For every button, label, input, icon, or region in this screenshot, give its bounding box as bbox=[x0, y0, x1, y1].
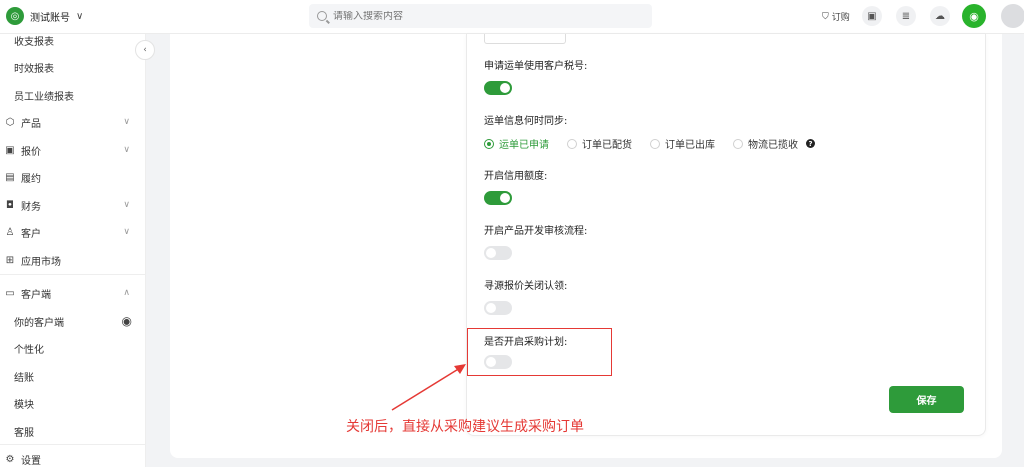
chevron-down-icon: ∨ bbox=[123, 145, 130, 155]
radio-order-allocated[interactable]: 订单已配货 bbox=[567, 136, 632, 151]
apps-icon: ⊞ bbox=[5, 254, 15, 266]
account-switcher[interactable]: ◎ 测试账号 ∨ bbox=[6, 7, 83, 25]
search-input[interactable] bbox=[333, 10, 633, 22]
sidebar-item-label: 收支报表 bbox=[14, 36, 54, 48]
cart-icon: ⛉ bbox=[822, 11, 829, 22]
account-name: 测试账号 bbox=[30, 12, 70, 24]
radio-logistics-collected[interactable]: 物流已揽收? bbox=[733, 136, 815, 151]
sourcing-toggle[interactable] bbox=[484, 301, 512, 315]
sidebar-item-settings[interactable]: ⚙ 设置 bbox=[0, 447, 146, 467]
sidebar-item-label: 财务 bbox=[21, 201, 41, 213]
sidebar-item-client[interactable]: ▭ 客户端 ∧ bbox=[0, 281, 146, 305]
sidebar-item-label: 时效报表 bbox=[14, 63, 54, 75]
sidebar-item-customers[interactable]: ♙ 客户 ∨ bbox=[0, 220, 146, 244]
chevron-up-icon: ∧ bbox=[123, 288, 130, 298]
sidebar-item-label: 履约 bbox=[21, 173, 41, 185]
radio-order-shipped[interactable]: 订单已出库 bbox=[650, 136, 715, 151]
cube-icon: ⬡ bbox=[5, 116, 15, 128]
save-button[interactable]: 保存 bbox=[889, 386, 964, 413]
sidebar-item-label: 客户端 bbox=[21, 289, 51, 301]
sidebar-item-finance[interactable]: ◘ 财务 ∨ bbox=[0, 193, 146, 217]
brand-logo-icon: ◎ bbox=[6, 7, 24, 25]
sidebar-item-modules[interactable]: 模块 bbox=[0, 391, 146, 415]
sidebar-item-fulfillment[interactable]: ▤ 履约 bbox=[0, 165, 146, 189]
wallet-icon: ◘ bbox=[6, 199, 14, 211]
collapse-sidebar-button[interactable]: ‹ bbox=[135, 40, 155, 60]
quote-icon: ▣ bbox=[5, 144, 15, 156]
sidebar-item-label: 报价 bbox=[21, 146, 41, 158]
sidebar-item-income-report[interactable]: 收支报表 bbox=[0, 28, 146, 52]
fulfillment-icon: ▤ bbox=[5, 171, 15, 183]
chevron-down-icon: ∨ bbox=[76, 10, 84, 22]
sourcing-label: 寻源报价关闭认领: bbox=[484, 281, 568, 292]
chevron-down-icon: ∨ bbox=[123, 200, 130, 210]
sidebar-item-staff-report[interactable]: 员工业绩报表 bbox=[0, 83, 146, 107]
credit-label: 开启信用额度: bbox=[484, 171, 548, 182]
input-field-partial[interactable] bbox=[484, 34, 566, 44]
tax-id-toggle[interactable] bbox=[484, 81, 512, 95]
message-icon[interactable]: ▣ bbox=[862, 6, 882, 26]
divider bbox=[0, 274, 146, 275]
annotation-highlight-box bbox=[467, 328, 612, 376]
help-icon[interactable]: ? bbox=[806, 139, 815, 148]
search-icon bbox=[317, 11, 327, 21]
radio-waybill-applied[interactable]: 运单已申请 bbox=[484, 136, 549, 151]
annotation-text: 关闭后，直接从采购建议生成采购订单 bbox=[346, 419, 584, 435]
sidebar-item-label: 设置 bbox=[21, 455, 41, 467]
chevron-down-icon: ∨ bbox=[123, 227, 130, 237]
search-bar[interactable] bbox=[309, 4, 652, 28]
top-bar: ◎ 测试账号 ∨ ⛉ 订购 ▣ ≣ ☁ ◉ bbox=[0, 0, 1024, 34]
chevron-down-icon: ∨ bbox=[123, 117, 130, 127]
monitor-icon: ▭ bbox=[5, 287, 15, 299]
sidebar-item-label: 应用市场 bbox=[21, 256, 61, 268]
sidebar-item-timeliness-report[interactable]: 时效报表 bbox=[0, 55, 146, 79]
review-toggle[interactable] bbox=[484, 246, 512, 260]
avatar[interactable] bbox=[1001, 4, 1024, 28]
sidebar-item-label: 客户 bbox=[21, 228, 41, 240]
credit-toggle[interactable] bbox=[484, 191, 512, 205]
sidebar-item-label: 客服 bbox=[14, 427, 34, 439]
sidebar-item-label: 员工业绩报表 bbox=[14, 91, 74, 103]
cloud-download-icon[interactable]: ☁ bbox=[930, 6, 950, 26]
sidebar-item-app-market[interactable]: ⊞ 应用市场 bbox=[0, 248, 146, 272]
customer-icon: ♙ bbox=[5, 226, 15, 238]
review-label: 开启产品开发审核流程: bbox=[484, 226, 588, 237]
sidebar-item-service[interactable]: 客服 bbox=[0, 419, 146, 443]
sidebar-item-label: 产品 bbox=[21, 118, 41, 130]
wechat-icon[interactable]: ◉ bbox=[962, 4, 986, 28]
sidebar: 收支报表 时效报表 员工业绩报表 ⬡ 产品 ∨ ▣ 报价 ∨ ▤ 履约 ◘ 财务… bbox=[0, 34, 146, 467]
sidebar-item-checkout[interactable]: 结账 bbox=[0, 364, 146, 388]
sync-label: 运单信息何时同步: bbox=[484, 116, 568, 127]
divider bbox=[0, 444, 146, 445]
sidebar-item-label: 结账 bbox=[14, 372, 34, 384]
sidebar-item-label: 模块 bbox=[14, 399, 34, 411]
settings-icon: ⚙ bbox=[5, 453, 15, 465]
sidebar-item-your-client[interactable]: 你的客户端 ◉ bbox=[0, 309, 146, 333]
order-link[interactable]: ⛉ 订购 bbox=[822, 10, 850, 24]
sidebar-item-label: 个性化 bbox=[14, 344, 44, 356]
sync-radio-group: 运单已申请 订单已配货 订单已出库 物流已揽收? bbox=[484, 136, 833, 151]
sidebar-item-products[interactable]: ⬡ 产品 ∨ bbox=[0, 110, 146, 134]
eye-icon[interactable]: ◉ bbox=[122, 314, 132, 328]
document-icon[interactable]: ≣ bbox=[896, 6, 916, 26]
sidebar-item-label: 你的客户端 bbox=[14, 317, 64, 329]
sidebar-item-personalize[interactable]: 个性化 bbox=[0, 336, 146, 360]
order-label: 订购 bbox=[831, 13, 850, 23]
sidebar-item-quote[interactable]: ▣ 报价 ∨ bbox=[0, 138, 146, 162]
tax-id-label: 申请运单使用客户税号: bbox=[484, 61, 588, 72]
